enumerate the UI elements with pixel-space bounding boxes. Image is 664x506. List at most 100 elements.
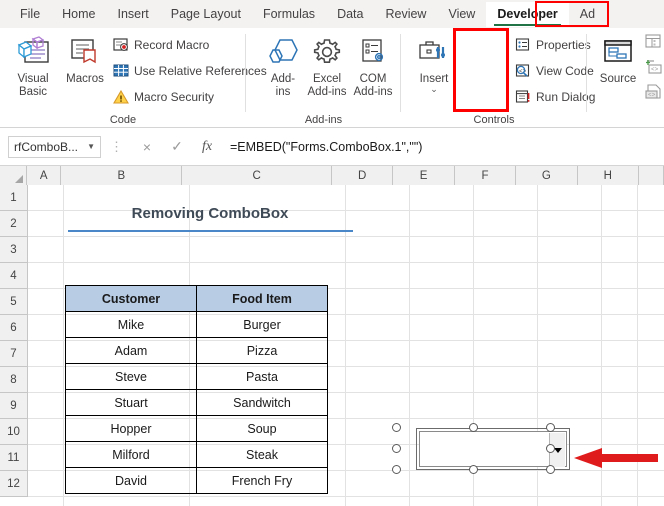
cancel-formula-button[interactable]: × [132, 136, 162, 158]
warning-triangle-icon [112, 88, 129, 105]
name-box-chevron-down-icon[interactable]: ▼ [87, 142, 95, 151]
cell-food-item[interactable]: Pizza [196, 337, 328, 364]
macros-icon [69, 34, 101, 70]
table-row[interactable]: Adam Pizza [65, 337, 328, 364]
tab-review[interactable]: Review [374, 2, 437, 27]
svg-text:<>: <> [648, 92, 656, 99]
tab-add-ins[interactable]: Ad [569, 2, 606, 27]
cell-customer[interactable]: Adam [65, 337, 197, 364]
resize-handle-top-right[interactable] [546, 423, 555, 432]
column-header-g[interactable]: G [516, 166, 578, 185]
cell-customer[interactable]: David [65, 467, 197, 494]
ribbon-group-code: Visual Basic Macros Record Macro Use Rel… [0, 28, 267, 128]
tab-file[interactable]: File [9, 2, 51, 27]
tab-formulas[interactable]: Formulas [252, 2, 326, 27]
tab-insert[interactable]: Insert [107, 2, 160, 27]
record-macro-button[interactable]: Record Macro [112, 34, 209, 55]
annotation-arrow-icon [572, 447, 658, 469]
relative-references-grid-icon [112, 62, 129, 79]
row-header-9[interactable]: 9 [0, 393, 28, 419]
row-header-7[interactable]: 7 [0, 341, 28, 367]
column-header-d[interactable]: D [331, 166, 394, 185]
tab-view[interactable]: View [437, 2, 486, 27]
row-header-12[interactable]: 12 [0, 471, 28, 497]
tab-developer[interactable]: Developer [486, 1, 569, 27]
column-header-f[interactable]: F [454, 166, 517, 185]
record-macro-label: Record Macro [134, 37, 210, 52]
row-header-3[interactable]: 3 [0, 237, 28, 263]
visual-basic-button[interactable]: Visual Basic [6, 31, 60, 109]
table-row[interactable]: Hopper Soup [65, 415, 328, 442]
column-header-c[interactable]: C [182, 166, 332, 185]
row-header-4[interactable]: 4 [0, 263, 28, 289]
tab-page-layout[interactable]: Page Layout [160, 2, 252, 27]
expansion-packs-icon[interactable]: <> [645, 59, 663, 80]
row-header-10[interactable]: 10 [0, 419, 28, 445]
formula-input[interactable]: =EMBED("Forms.ComboBox.1","") [230, 136, 664, 158]
cell-food-item[interactable]: Burger [196, 311, 328, 338]
resize-handle-middle-right[interactable] [546, 444, 555, 453]
cell-customer[interactable]: Steve [65, 363, 197, 390]
formula-bar-divider: ⋮ [110, 138, 123, 154]
visual-basic-label: Visual Basic [17, 73, 49, 98]
use-relative-references-button[interactable]: Use Relative References [112, 60, 267, 81]
select-all-corner[interactable] [0, 166, 27, 185]
table-row[interactable]: Milford Steak [65, 441, 328, 468]
tab-home[interactable]: Home [51, 2, 106, 27]
view-code-button[interactable]: <> View Code [514, 60, 594, 81]
xml-map-properties-icon[interactable] [645, 34, 661, 54]
resize-handle-middle-left[interactable] [392, 444, 401, 453]
cell-food-item[interactable]: Pasta [196, 363, 328, 390]
ribbon-content: Visual Basic Macros Record Macro Use Rel… [0, 28, 664, 128]
tab-data[interactable]: Data [326, 2, 374, 27]
enter-formula-button[interactable]: ✓ [162, 136, 192, 158]
cell-customer[interactable]: Stuart [65, 389, 197, 416]
row-header-6[interactable]: 6 [0, 315, 28, 341]
gridline [63, 185, 64, 506]
column-header-partial[interactable] [639, 166, 664, 185]
addins-group-label: Add-ins [304, 114, 343, 126]
column-header-h[interactable]: H [577, 166, 639, 185]
cell-food-item[interactable]: Steak [196, 441, 328, 468]
insert-function-button[interactable]: fx [192, 136, 222, 158]
table-row[interactable]: Mike Burger [65, 311, 328, 338]
chevron-down-icon[interactable]: ⌄ [430, 85, 438, 94]
row-header-11[interactable]: 11 [0, 445, 28, 471]
svg-text:<>: <> [651, 66, 659, 73]
gridline [28, 262, 664, 263]
cell-food-item[interactable]: Soup [196, 415, 328, 442]
source-button[interactable]: Source [591, 31, 645, 109]
cell-customer[interactable]: Milford [65, 441, 197, 468]
page-title: Removing ComboBox [131, 205, 289, 222]
cell-customer[interactable]: Mike [65, 311, 197, 338]
resize-handle-bottom-left[interactable] [392, 465, 401, 474]
cell-customer[interactable]: Hopper [65, 415, 197, 442]
macro-security-button[interactable]: Macro Security [112, 86, 214, 107]
table-row[interactable]: David French Fry [65, 467, 328, 494]
resize-handle-top-left[interactable] [392, 423, 401, 432]
resize-handle-top-center[interactable] [469, 423, 478, 432]
com-add-ins-label: COM Add-ins [353, 73, 393, 98]
table-row[interactable]: Steve Pasta [65, 363, 328, 390]
name-box[interactable]: rfComboB... ▼ [8, 135, 101, 158]
column-header-b[interactable]: B [61, 166, 183, 185]
row-header-8[interactable]: 8 [0, 367, 28, 393]
table-row[interactable]: Stuart Sandwitch [65, 389, 328, 416]
com-add-ins-button[interactable]: COM Add-ins [346, 31, 400, 109]
run-dialog-button[interactable]: Run Dialog [514, 86, 595, 107]
name-box-value: rfComboB... [14, 139, 79, 154]
code-group-label: Code [109, 114, 137, 126]
cell-food-item[interactable]: Sandwitch [196, 389, 328, 416]
macros-button[interactable]: Macros [58, 31, 112, 109]
column-header-e[interactable]: E [393, 166, 455, 185]
resize-handle-bottom-center[interactable] [469, 465, 478, 474]
cell-food-item[interactable]: French Fry [196, 467, 328, 494]
properties-button[interactable]: Properties [514, 34, 591, 55]
resize-handle-bottom-right[interactable] [546, 465, 555, 474]
refresh-data-icon[interactable]: <> [645, 84, 663, 105]
column-header-a[interactable]: A [26, 166, 62, 185]
row-header-2[interactable]: 2 [0, 211, 28, 237]
row-header-5[interactable]: 5 [0, 289, 28, 315]
row-header-1[interactable]: 1 [0, 185, 28, 211]
insert-control-button[interactable]: Insert ⌄ [407, 31, 461, 109]
